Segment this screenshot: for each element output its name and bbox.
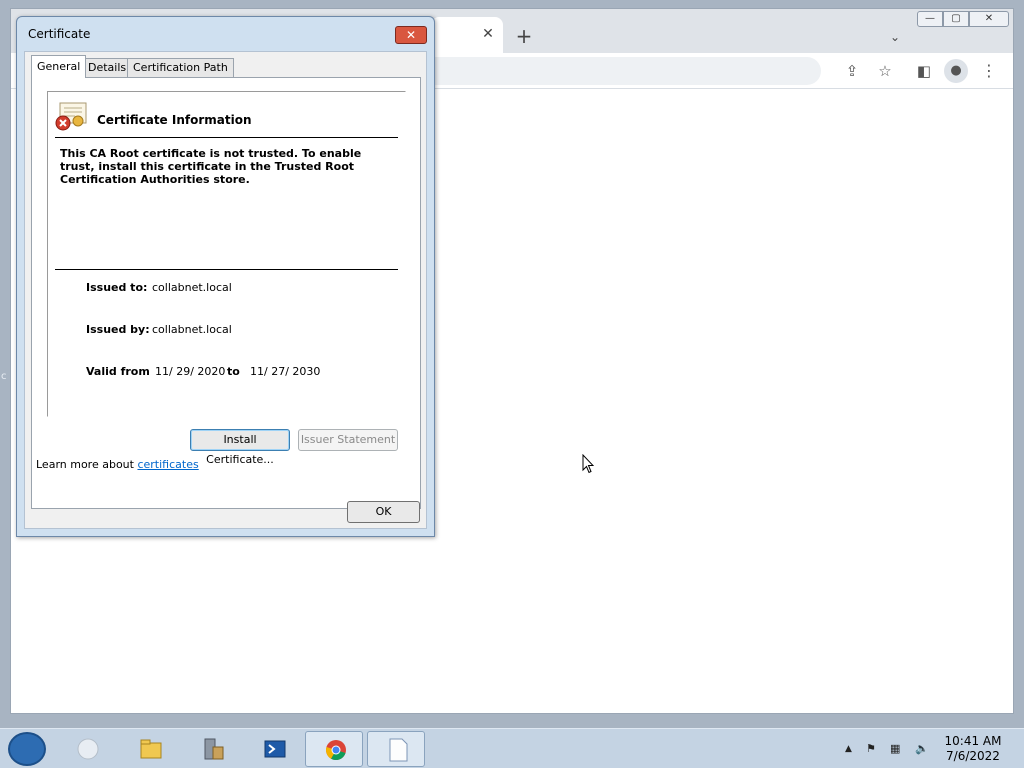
window-close-button[interactable]: ✕	[969, 11, 1009, 27]
side-panel-icon[interactable]: ◧	[912, 59, 936, 83]
window-minimize-button[interactable]: —	[917, 11, 943, 27]
action-center-flag-icon[interactable]: ⚑	[866, 741, 876, 757]
issuer-statement-button: Issuer Statement	[298, 429, 398, 451]
issued-to-label: Issued to:	[86, 281, 148, 294]
server-manager-taskbar-button[interactable]	[183, 731, 241, 767]
browser-tab[interactable]: ✕	[431, 17, 503, 53]
taskbar: ▲ ⚑ ▦ 🔈 10:41 AM 7/6/2022	[0, 728, 1024, 768]
mouse-pointer-icon	[582, 454, 594, 474]
volume-muted-icon[interactable]: 🔈	[915, 741, 929, 757]
trust-warning-text: This CA Root certificate is not trusted.…	[60, 147, 362, 186]
window-maximize-button[interactable]: ▢	[943, 11, 969, 27]
blank-app-icon	[77, 738, 99, 760]
chrome-taskbar-button[interactable]	[305, 731, 363, 767]
dialog-close-button[interactable]: ✕	[395, 26, 427, 44]
install-certificate-button[interactable]: Install Certificate...	[190, 429, 290, 466]
chrome-icon	[326, 740, 346, 761]
dialog-title: Certificate	[28, 27, 91, 41]
blank-app-taskbar-button[interactable]	[58, 731, 116, 767]
heading-divider	[55, 137, 398, 138]
valid-from-value: 11/ 29/ 2020	[155, 365, 226, 378]
new-tab-icon[interactable]: +	[513, 25, 535, 47]
issued-by-value: collabnet.local	[152, 323, 232, 336]
certificate-info-box: Certificate Information This CA Root cer…	[47, 91, 406, 417]
file-explorer-taskbar-button[interactable]	[121, 731, 179, 767]
document-taskbar-button[interactable]	[367, 731, 425, 767]
menu-icon[interactable]: ⋮	[977, 59, 1001, 83]
certificate-dialog: Certificate ✕ General Details Certificat…	[16, 16, 435, 537]
valid-from-label: Valid from	[86, 365, 150, 378]
server-manager-icon	[204, 738, 224, 760]
file-explorer-icon	[140, 739, 162, 759]
profile-icon[interactable]: ●	[944, 59, 968, 83]
tab-certification-path[interactable]: Certification Path	[127, 58, 234, 78]
powershell-taskbar-button[interactable]	[245, 731, 303, 767]
learn-more-text: Learn more about certificates	[36, 458, 199, 471]
certificates-link[interactable]: certificates	[137, 458, 198, 471]
document-icon	[389, 738, 408, 762]
clock-date: 7/6/2022	[946, 749, 1000, 763]
desktop-edge-glyph: c	[1, 371, 7, 382]
general-tab-panel: Certificate Information This CA Root cer…	[31, 77, 421, 509]
valid-to-label: to	[227, 365, 240, 378]
untrusted-certificate-icon	[55, 102, 87, 131]
tab-close-icon[interactable]: ✕	[479, 25, 497, 43]
system-clock[interactable]: 10:41 AM 7/6/2022	[941, 734, 1005, 764]
clock-time: 10:41 AM	[944, 734, 1002, 748]
dialog-client-area: General Details Certification Path Certi…	[24, 51, 427, 529]
share-icon[interactable]: ⇪	[840, 59, 864, 83]
valid-to-value: 11/ 27/ 2030	[250, 365, 321, 378]
fields-divider	[55, 269, 398, 270]
certificate-info-heading: Certificate Information	[97, 113, 252, 127]
tab-general[interactable]: General	[31, 55, 87, 78]
tab-search-chevron-icon[interactable]: ⌄	[884, 27, 906, 47]
powershell-icon	[264, 740, 286, 758]
tab-details[interactable]: Details	[82, 58, 133, 78]
windows-start-icon[interactable]	[8, 732, 46, 766]
network-icon[interactable]: ▦	[890, 741, 900, 757]
issued-to-value: collabnet.local	[152, 281, 232, 294]
ok-button[interactable]: OK	[347, 501, 420, 523]
issued-by-label: Issued by:	[86, 323, 150, 336]
show-hidden-icons-icon[interactable]: ▲	[845, 741, 852, 757]
star-icon[interactable]: ☆	[873, 59, 897, 83]
learn-more-prefix: Learn more about	[36, 458, 138, 471]
